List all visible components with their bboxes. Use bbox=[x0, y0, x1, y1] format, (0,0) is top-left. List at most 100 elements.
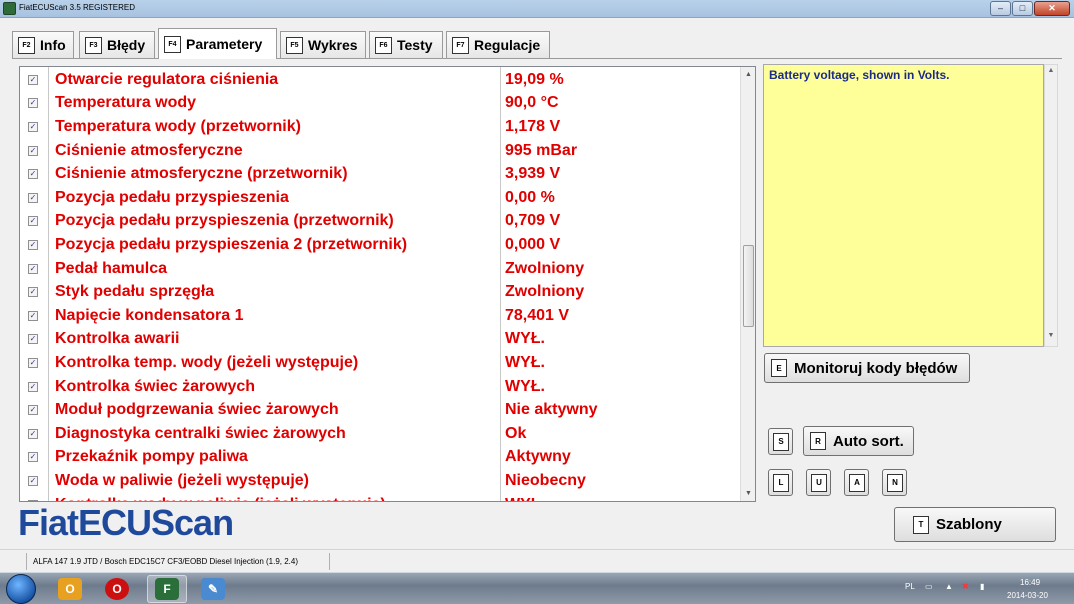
button-key: N bbox=[887, 473, 903, 492]
parameter-row[interactable]: ✓ Pozycja pedału przyspieszenia (przetwor… bbox=[20, 210, 742, 234]
parameter-checkbox[interactable]: ✓ bbox=[28, 74, 38, 85]
status-bar: ALFA 147 1.9 JTD / Bosch EDC15C7 CF3/EOB… bbox=[0, 549, 1074, 572]
a-button[interactable]: A bbox=[844, 469, 869, 496]
opera-icon: O bbox=[105, 578, 129, 600]
scroll-up-arrow-icon[interactable]: ▲ bbox=[741, 67, 755, 82]
taskbar: O O F ✎ PL ▭ ▲ ✖ ▮ 16:49 2014-03-20 bbox=[0, 572, 1074, 604]
n-button[interactable]: N bbox=[882, 469, 907, 496]
parameter-row[interactable]: ✓ Kontrolka świec żarowych WYŁ. bbox=[20, 375, 742, 399]
parameter-checkbox[interactable]: ✓ bbox=[28, 428, 38, 439]
opera-taskbar-button[interactable]: O bbox=[97, 575, 137, 603]
parameter-checkbox[interactable]: ✓ bbox=[28, 121, 38, 132]
button-key: A bbox=[849, 473, 865, 492]
monitor-error-codes-button[interactable]: E Monitoruj kody błędów bbox=[764, 353, 970, 383]
parameter-checkbox[interactable]: ✓ bbox=[28, 216, 38, 227]
parameter-name: Ciśnienie atmosferyczne (przetwornik) bbox=[55, 165, 348, 183]
network-icon[interactable]: ▮ bbox=[980, 582, 990, 591]
parameter-checkbox[interactable]: ✓ bbox=[28, 287, 38, 298]
parameter-value: Ok bbox=[505, 424, 527, 442]
parameter-checkbox[interactable]: ✓ bbox=[28, 98, 38, 109]
window-title: FiatECUScan 3.5 REGISTERED bbox=[19, 3, 136, 12]
title-bar: FiatECUScan 3.5 REGISTERED – □ ✕ bbox=[0, 0, 1074, 18]
description-scrollbar[interactable]: ▲ ▼ bbox=[1044, 64, 1058, 347]
windows-start-icon[interactable] bbox=[6, 574, 36, 604]
language-indicator[interactable]: PL bbox=[905, 582, 915, 591]
parameter-row[interactable]: ✓ Temperatura wody (przetwornik) 1,178 V bbox=[20, 115, 742, 139]
u-button[interactable]: U bbox=[806, 469, 831, 496]
tab-info[interactable]: F2 Info bbox=[12, 31, 74, 58]
parameter-row[interactable]: ✓ Styk pedału sprzęgła Zwolniony bbox=[20, 280, 742, 304]
parameter-row[interactable]: ✓ Ciśnienie atmosferyczne (przetwornik) 3,… bbox=[20, 162, 742, 186]
parameter-list[interactable]: ✓ Otwarcie regulatora ciśnienia 19,09 % ✓ Te… bbox=[19, 66, 756, 502]
close-button[interactable]: ✕ bbox=[1034, 1, 1070, 16]
status-divider bbox=[26, 553, 27, 570]
parameter-name: Kontrolka świec żarowych bbox=[55, 377, 256, 395]
tab-key: F5 bbox=[286, 36, 303, 54]
parameter-checkbox[interactable]: ✓ bbox=[28, 475, 38, 486]
parameter-name: Napięcie kondensatora 1 bbox=[55, 306, 244, 324]
parameter-value: 0,00 % bbox=[505, 188, 555, 206]
button-key: S bbox=[773, 432, 789, 451]
parameter-row[interactable]: ✓ Pedał hamulca Zwolniony bbox=[20, 257, 742, 281]
tab-label: Info bbox=[40, 37, 66, 53]
scrollbar-thumb[interactable] bbox=[743, 245, 754, 327]
list-scrollbar[interactable]: ▲ ▼ bbox=[740, 67, 755, 501]
scroll-down-arrow-icon[interactable]: ▼ bbox=[741, 486, 755, 501]
parameter-name: Kontrolka temp. wody (jeżeli występuje) bbox=[55, 353, 359, 371]
tab-parametery[interactable]: F4 Parametery bbox=[158, 28, 277, 59]
fiatecuscan-taskbar-button[interactable]: F bbox=[147, 575, 187, 603]
button-label: Auto sort. bbox=[833, 432, 904, 450]
parameter-checkbox[interactable]: ✓ bbox=[28, 405, 38, 416]
paint-taskbar-button[interactable]: ✎ bbox=[193, 575, 233, 603]
parameter-row[interactable]: ✓ Pozycja pedału przyspieszenia 2 (przetw… bbox=[20, 233, 742, 257]
tab-testy[interactable]: F6 Testy bbox=[369, 31, 443, 58]
outlook-taskbar-button[interactable]: O bbox=[50, 575, 90, 603]
parameter-checkbox[interactable]: ✓ bbox=[28, 239, 38, 250]
parameter-checkbox[interactable]: ✓ bbox=[28, 452, 38, 463]
s-button[interactable]: S bbox=[768, 428, 793, 455]
scroll-up-arrow-icon[interactable]: ▲ bbox=[1045, 67, 1057, 79]
clock-date[interactable]: 2014-03-20 bbox=[1007, 591, 1048, 600]
parameter-row[interactable]: ✓ Kontrolka awarii WYŁ. bbox=[20, 328, 742, 352]
parameter-checkbox[interactable]: ✓ bbox=[28, 169, 38, 180]
scroll-down-arrow-icon[interactable]: ▼ bbox=[1045, 332, 1057, 344]
tab-key: F6 bbox=[375, 36, 392, 54]
tab-regulacje[interactable]: F7 Regulacje bbox=[446, 31, 550, 58]
maximize-button[interactable]: □ bbox=[1012, 1, 1033, 16]
parameter-row[interactable]: ✓ Otwarcie regulatora ciśnienia 19,09 % bbox=[20, 68, 742, 92]
parameter-checkbox[interactable]: ✓ bbox=[28, 145, 38, 156]
tab-bledy[interactable]: F3 Błędy bbox=[79, 31, 155, 58]
parameter-checkbox[interactable]: ✓ bbox=[28, 263, 38, 274]
outlook-icon: O bbox=[58, 578, 82, 600]
parameter-row[interactable]: ✓ Temperatura wody 90,0 °C bbox=[20, 92, 742, 116]
parameter-checkbox[interactable]: ✓ bbox=[28, 357, 38, 368]
tab-wykres[interactable]: F5 Wykres bbox=[280, 31, 366, 58]
minimize-button[interactable]: – bbox=[990, 1, 1011, 16]
parameter-value: 995 mBar bbox=[505, 141, 578, 159]
parameter-row[interactable]: ✓ Diagnostyka centralki świec żarowych Ok bbox=[20, 422, 742, 446]
parameter-row[interactable]: ✓Kontrolka wody w paliwie (jeżeli występ… bbox=[20, 493, 742, 501]
action-center-icon[interactable]: ✖ bbox=[962, 582, 972, 591]
parameter-checkbox[interactable]: ✓ bbox=[28, 334, 38, 345]
parameter-name: Temperatura wody (przetwornik) bbox=[55, 117, 301, 135]
parameter-value: 0,000 V bbox=[505, 235, 561, 253]
status-divider bbox=[329, 553, 330, 570]
parameter-row[interactable]: ✓ Kontrolka temp. wody (jeżeli występuje)… bbox=[20, 351, 742, 375]
keyboard-icon[interactable]: ▭ bbox=[925, 582, 935, 591]
button-key: R bbox=[810, 432, 826, 450]
parameter-checkbox[interactable]: ✓ bbox=[28, 192, 38, 203]
parameter-value: WYŁ. bbox=[505, 353, 545, 371]
templates-button[interactable]: T Szablony bbox=[894, 507, 1056, 542]
parameter-checkbox[interactable]: ✓ bbox=[28, 381, 38, 392]
show-hidden-icons-icon[interactable]: ▲ bbox=[945, 582, 955, 591]
parameter-row[interactable]: ✓ Pozycja pedału przyspieszenia 0,00 % bbox=[20, 186, 742, 210]
parameter-row[interactable]: ✓ Napięcie kondensatora 1 78,401 V bbox=[20, 304, 742, 328]
l-button[interactable]: L bbox=[768, 469, 793, 496]
auto-sort-button[interactable]: R Auto sort. bbox=[803, 426, 914, 456]
parameter-row[interactable]: ✓ Moduł podgrzewania świec żarowych Nie ak… bbox=[20, 398, 742, 422]
parameter-row[interactable]: ✓ Ciśnienie atmosferyczne 995 mBar bbox=[20, 139, 742, 163]
parameter-checkbox[interactable]: ✓ bbox=[28, 310, 38, 321]
clock-time[interactable]: 16:49 bbox=[1020, 578, 1040, 587]
parameter-row[interactable]: ✓ Woda w paliwie (jeżeli występuje) Nieobe… bbox=[20, 469, 742, 493]
parameter-row[interactable]: ✓ Przekaźnik pompy paliwa Aktywny bbox=[20, 446, 742, 470]
